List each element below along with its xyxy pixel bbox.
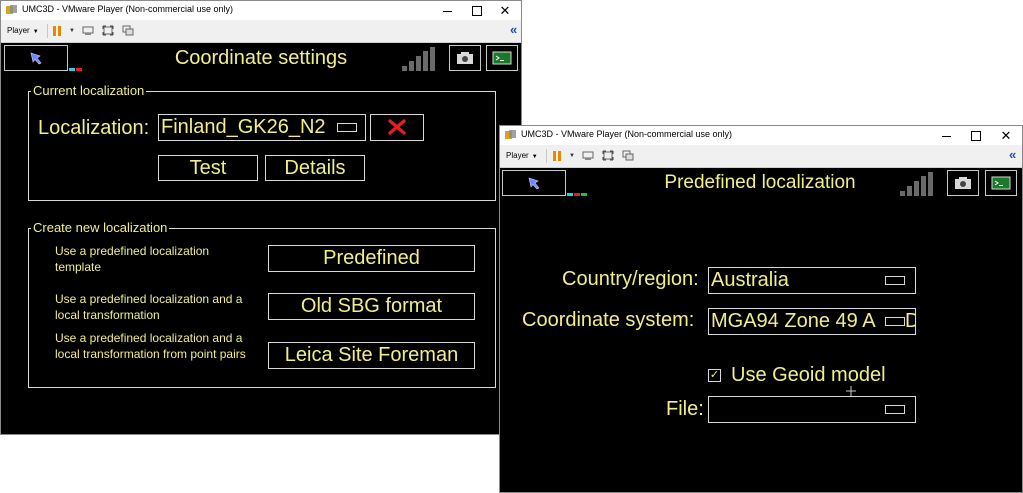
test-button[interactable]: Test	[158, 155, 258, 181]
player-menu[interactable]: Player ▼	[506, 151, 538, 160]
file-select[interactable]	[708, 396, 916, 423]
vmware-app-icon	[505, 130, 516, 139]
status-indicator	[69, 68, 82, 71]
camera-button[interactable]	[449, 45, 481, 71]
option-description: Use a predefined localization and a loca…	[55, 331, 246, 361]
create-new-localization-group: Create new localization Use a predefined…	[28, 220, 496, 388]
details-button[interactable]: Details	[265, 155, 365, 181]
send-ctrl-alt-del-icon[interactable]	[582, 150, 594, 161]
pause-icon[interactable]	[53, 26, 62, 36]
coordinate-system-select[interactable]: MGA94 Zone 49 A D	[708, 308, 916, 335]
screen-title: Predefined localization	[664, 172, 856, 193]
close-icon: ✕	[499, 3, 511, 18]
current-localization-group: Current localization Localization: Finla…	[28, 83, 496, 201]
player-menu-label: Player	[7, 26, 30, 35]
toolbar-divider	[546, 149, 547, 163]
chevron-down-icon: ▼	[32, 29, 39, 35]
maximize-icon	[472, 5, 482, 16]
send-ctrl-alt-del-icon[interactable]	[82, 25, 94, 36]
vmware-toolbar: Player ▼ ▼ «	[500, 145, 1022, 168]
localization-field[interactable]: Finland_GK26_N2	[158, 114, 366, 141]
app-header-strip: Coordinate settings	[1, 43, 521, 73]
chevron-down-icon: ▼	[531, 154, 538, 160]
signal-strength-icon	[900, 172, 936, 196]
terminal-icon	[991, 176, 1011, 190]
predefined-localization-content: Country/region: Australia Coordinate sys…	[500, 198, 1022, 492]
vmware-app-icon	[6, 5, 17, 14]
toolbar-divider	[47, 24, 48, 38]
dropdown-icon	[885, 405, 905, 414]
collapse-toolbar-icon[interactable]: «	[1009, 147, 1016, 162]
old-sbg-format-button[interactable]: Old SBG format	[268, 293, 475, 320]
window-titlebar[interactable]: UMC3D - VMware Player (Non-commercial us…	[500, 126, 1022, 145]
terminal-button[interactable]	[985, 170, 1017, 196]
vmware-window-predefined-localization: UMC3D - VMware Player (Non-commercial us…	[499, 125, 1023, 493]
terminal-button[interactable]	[486, 45, 518, 71]
back-arrow-icon	[30, 52, 42, 65]
unity-icon[interactable]	[122, 25, 134, 36]
x-icon	[388, 119, 406, 135]
minimize-icon	[442, 11, 452, 12]
maximize-button[interactable]	[463, 1, 491, 20]
localization-value: Finland_GK26_N2	[161, 116, 326, 138]
leica-site-foreman-button[interactable]: Leica Site Foreman	[268, 342, 475, 369]
country-region-value: Australia	[711, 269, 789, 291]
status-indicator	[567, 193, 587, 196]
window-titlebar[interactable]: UMC3D - VMware Player (Non-commercial us…	[1, 1, 521, 20]
collapse-toolbar-icon[interactable]: «	[510, 22, 517, 37]
option-description: Use a predefined localization and a loca…	[55, 292, 243, 322]
camera-icon	[457, 52, 473, 64]
signal-strength-icon	[402, 47, 438, 71]
vmware-window-coordinate-settings: UMC3D - VMware Player (Non-commercial us…	[0, 0, 522, 435]
camera-icon	[955, 177, 971, 189]
fullscreen-icon[interactable]	[602, 150, 614, 161]
coordinate-settings-content: Current localization Localization: Finla…	[1, 73, 521, 434]
country-region-label: Country/region:	[562, 268, 699, 290]
player-menu[interactable]: Player ▼	[7, 26, 39, 35]
coordinate-system-value-suffix: D	[905, 309, 915, 334]
clear-localization-button[interactable]	[370, 114, 424, 141]
dropdown-icon	[885, 276, 905, 285]
pause-icon[interactable]	[553, 151, 562, 161]
close-button[interactable]: ✕	[491, 1, 519, 20]
minimize-button[interactable]	[433, 1, 461, 20]
coordinate-system-value: MGA94 Zone 49 A	[711, 310, 876, 332]
back-arrow-icon	[528, 177, 540, 190]
app-header-strip: Predefined localization	[500, 168, 1022, 198]
country-region-select[interactable]: Australia	[708, 267, 916, 294]
window-title: UMC3D - VMware Player (Non-commercial us…	[22, 4, 234, 14]
back-button[interactable]	[502, 170, 566, 196]
dropdown-icon	[885, 317, 905, 326]
use-geoid-checkbox[interactable]: ✓	[708, 369, 721, 382]
minimize-button[interactable]	[932, 126, 960, 145]
chevron-down-icon[interactable]: ▼	[569, 153, 575, 159]
back-button[interactable]	[4, 45, 68, 71]
localization-label: Localization:	[38, 117, 150, 139]
fullscreen-icon[interactable]	[102, 25, 114, 36]
file-label: File:	[666, 398, 704, 420]
camera-button[interactable]	[947, 170, 979, 196]
create-new-localization-legend: Create new localization	[31, 220, 170, 235]
coordinate-system-label: Coordinate system:	[522, 309, 695, 331]
player-menu-label: Player	[506, 151, 529, 160]
screen-title: Coordinate settings	[174, 47, 348, 69]
vmware-toolbar: Player ▼ ▼ «	[1, 20, 521, 43]
predefined-button[interactable]: Predefined	[268, 245, 475, 272]
minimize-icon	[941, 136, 951, 137]
maximize-button[interactable]	[962, 126, 990, 145]
cursor-crosshair-icon	[846, 386, 856, 396]
close-icon: ✕	[1000, 128, 1012, 143]
use-geoid-label: Use Geoid model	[731, 364, 886, 386]
option-description: Use a predefined localization template	[55, 244, 210, 274]
current-localization-legend: Current localization	[31, 83, 147, 98]
terminal-icon	[492, 51, 512, 65]
window-title: UMC3D - VMware Player (Non-commercial us…	[521, 129, 733, 139]
checkmark-icon: ✓	[709, 369, 720, 381]
maximize-icon	[971, 130, 981, 141]
close-button[interactable]: ✕	[992, 126, 1020, 145]
unity-icon[interactable]	[622, 150, 634, 161]
chevron-down-icon[interactable]: ▼	[69, 28, 75, 34]
field-overflow-icon	[337, 123, 357, 132]
